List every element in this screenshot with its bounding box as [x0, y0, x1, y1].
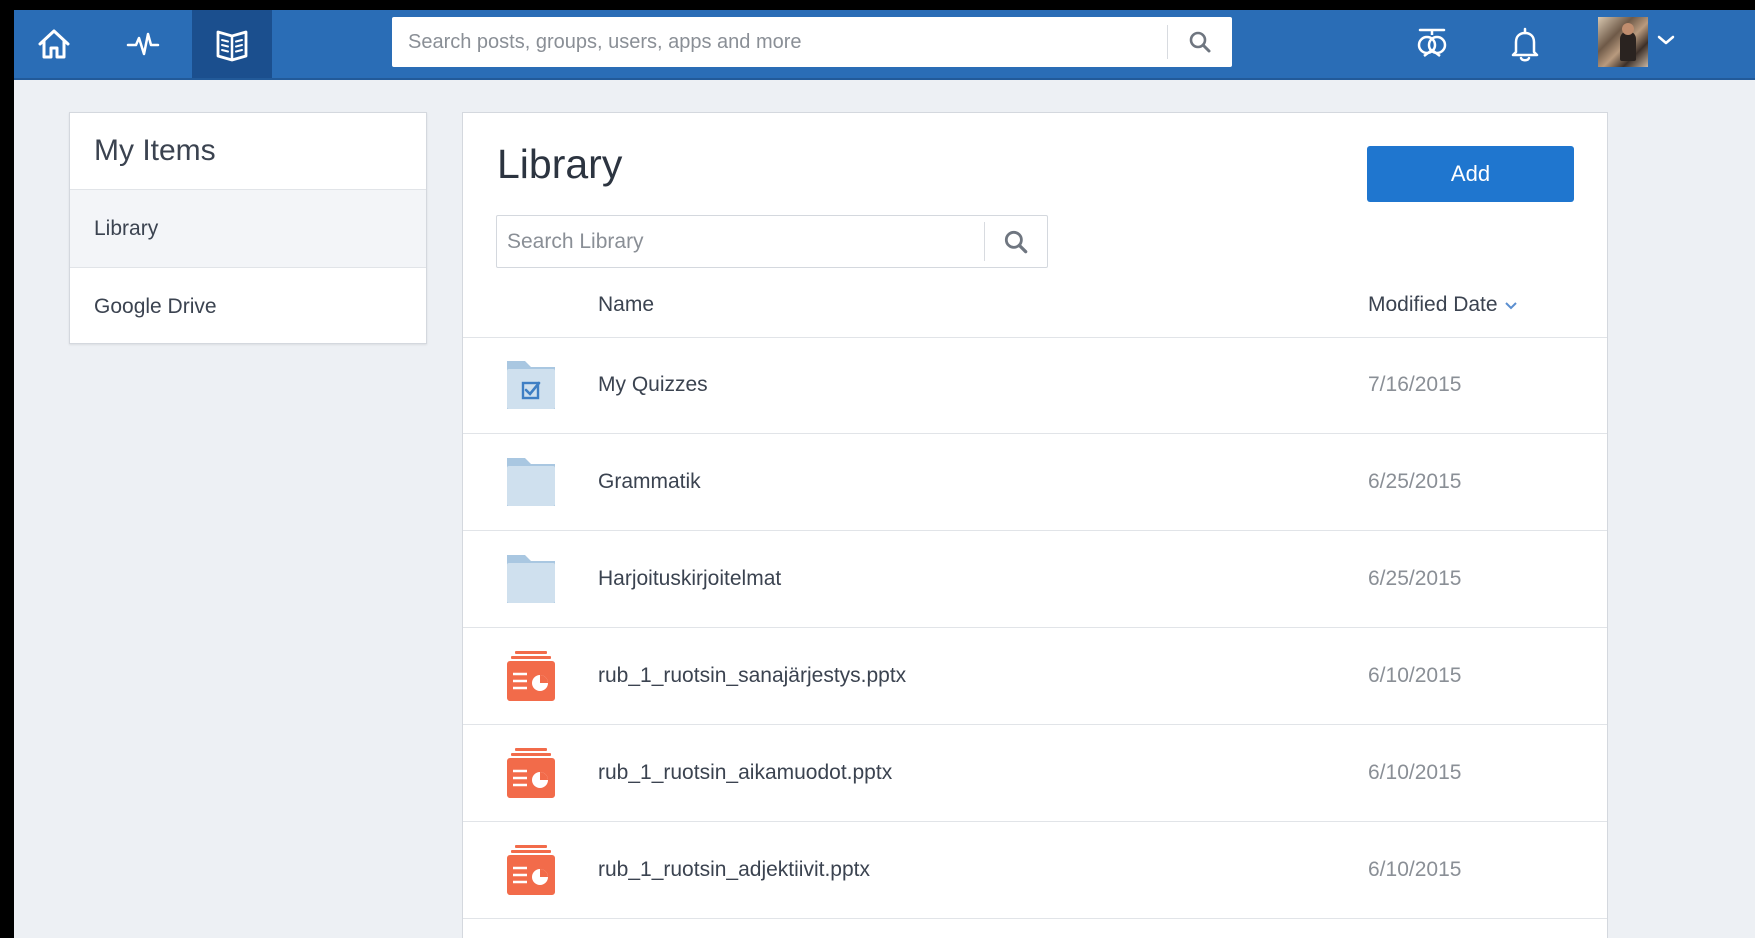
library-search-input[interactable]: [497, 216, 987, 267]
row-name: rub_1_ruotsin_sanajärjestys.pptx: [598, 664, 907, 687]
sidebar-item-google-drive[interactable]: Google Drive: [70, 268, 426, 345]
row-date: 6/25/2015: [1368, 470, 1462, 493]
row-name: rub_1_ruotsin_adjektiivit.pptx: [598, 858, 870, 881]
sidebar-item-library[interactable]: Library: [70, 190, 426, 268]
row-date: 6/10/2015: [1368, 761, 1462, 784]
backpack-button[interactable]: [192, 10, 272, 78]
app-window: My Items Library Google Drive Library Ad…: [14, 10, 1755, 938]
sidebar-title: My Items: [70, 113, 426, 190]
table-row[interactable]: My Quizzes 7/16/2015: [463, 337, 1607, 434]
column-header-modified-date[interactable]: Modified Date: [1368, 293, 1518, 317]
library-search: [496, 215, 1048, 268]
table-row[interactable]: rub_1_ruotsin_aikamuodot.pptx 6/10/2015: [463, 725, 1607, 822]
row-date: 7/16/2015: [1368, 373, 1462, 396]
row-name: Harjoituskirjoitelmat: [598, 567, 782, 590]
global-search-input[interactable]: [392, 17, 1152, 67]
presentation-file-icon: [507, 651, 555, 701]
backpack-icon: [216, 30, 248, 62]
avatar[interactable]: [1598, 17, 1648, 67]
search-icon: [1189, 31, 1211, 53]
notifications-button[interactable]: [1501, 20, 1549, 68]
column-header-name[interactable]: Name: [598, 293, 654, 317]
row-date: 6/10/2015: [1368, 664, 1462, 687]
top-navigation-bar: [14, 10, 1755, 80]
global-search: [392, 17, 1232, 67]
my-items-sidebar: My Items Library Google Drive: [69, 112, 427, 344]
row-date: 6/10/2015: [1368, 858, 1462, 881]
row-date: 6/25/2015: [1368, 567, 1462, 590]
folder-icon: [507, 555, 555, 603]
presentation-file-icon: [507, 845, 555, 895]
library-search-button[interactable]: [984, 222, 1047, 261]
page-title: Library: [497, 141, 623, 187]
communities-button[interactable]: [1408, 20, 1456, 68]
presentation-file-icon: [507, 748, 555, 798]
home-icon: [38, 29, 70, 59]
chevron-down-icon[interactable]: [1654, 28, 1678, 52]
row-name: My Quizzes: [598, 373, 708, 396]
bell-icon: [1511, 27, 1539, 62]
add-button[interactable]: Add: [1367, 146, 1574, 202]
global-search-button[interactable]: [1167, 25, 1232, 59]
search-icon: [1004, 230, 1028, 253]
table-row[interactable]: rub_1_ruotsin_adjektiivit.pptx 6/10/2015: [463, 822, 1607, 919]
activity-icon: [126, 32, 160, 56]
folder-icon: [507, 458, 555, 506]
communities-icon: [1417, 28, 1447, 57]
library-panel: Library Add Name Modified Date: [462, 112, 1608, 938]
table-row[interactable]: rub_1_ruotsin_sanajärjestys.pptx 6/10/20…: [463, 628, 1607, 725]
row-name: Grammatik: [598, 470, 701, 493]
home-button[interactable]: [14, 10, 94, 78]
activity-button[interactable]: [103, 10, 183, 78]
table-header: Name Modified Date: [463, 291, 1607, 338]
library-list: My Quizzes 7/16/2015 Grammatik 6/25/2015…: [463, 337, 1607, 919]
chevron-down-icon: [1504, 302, 1517, 310]
row-name: rub_1_ruotsin_aikamuodot.pptx: [598, 761, 893, 784]
table-row[interactable]: Grammatik 6/25/2015: [463, 434, 1607, 531]
table-row[interactable]: Harjoituskirjoitelmat 6/25/2015: [463, 531, 1607, 628]
quiz-folder-icon: [507, 361, 555, 409]
